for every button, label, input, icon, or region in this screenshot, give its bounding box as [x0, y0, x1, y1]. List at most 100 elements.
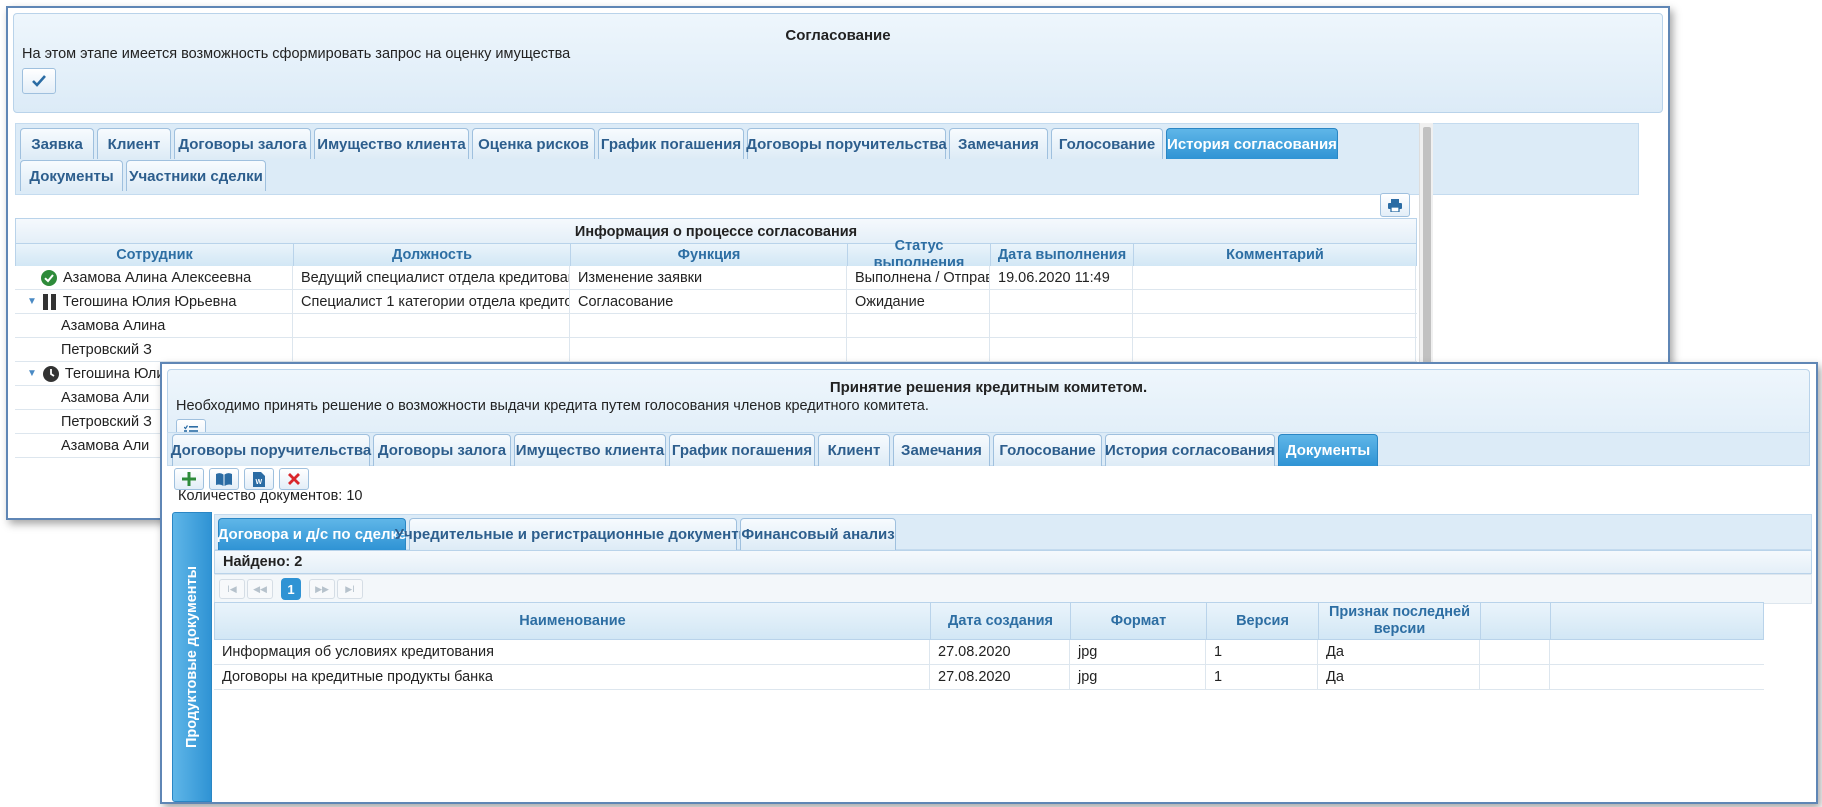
pause-icon — [42, 293, 57, 310]
tab-документы[interactable]: Документы — [20, 160, 123, 191]
stage-description: На этом этапе имеется возможность сформи… — [22, 46, 571, 62]
column-header-4[interactable]: Дата выполнения — [991, 244, 1134, 266]
cell-spacer — [1480, 665, 1550, 689]
table-row[interactable]: Договоры на кредитные продукты банка 27.0… — [214, 665, 1764, 690]
tab-клиент[interactable]: Клиент — [97, 128, 171, 159]
pager-bar: I◀ ◀◀ 1 ▶▶ ▶I — [214, 574, 1812, 604]
tab-договоры-поручительства[interactable]: Договоры поручительства — [171, 434, 371, 466]
cell-status: Выполнена / Отправле — [847, 266, 990, 289]
grid-title: Информация о процессе согласования — [15, 218, 1417, 244]
word-document-icon: W — [253, 471, 265, 487]
export-word-button[interactable]: W — [244, 468, 274, 490]
employee-name: Тегошина Юлия Юрьевна — [62, 293, 237, 310]
expand-toggle-icon[interactable]: ▼ — [27, 368, 37, 379]
clock-icon — [42, 365, 59, 382]
column-header-0[interactable]: Сотрудник — [16, 244, 294, 266]
stage-title: Согласование — [785, 27, 891, 44]
first-page-button[interactable]: I◀ — [219, 579, 245, 599]
cell-employee: Азамова Алина Алексеевна — [15, 266, 293, 289]
cell-version: 1 — [1206, 665, 1318, 689]
current-page-button[interactable]: 1 — [281, 578, 301, 600]
column-header-4[interactable]: Признак последней версии — [1319, 603, 1481, 639]
column-header-1[interactable]: Должность — [294, 244, 571, 266]
column-header-3[interactable]: Статус выполнения — [848, 238, 991, 271]
cell-date — [990, 338, 1133, 361]
cell-function — [570, 338, 847, 361]
tab-голосование[interactable]: Голосование — [1051, 128, 1163, 159]
tab-договоры-залога[interactable]: Договоры залога — [373, 434, 511, 466]
employee-name: Тегошина Юли — [64, 365, 165, 382]
confirm-button[interactable] — [22, 68, 56, 94]
scrollbar-thumb[interactable] — [1423, 127, 1431, 397]
cell-position — [293, 338, 570, 361]
tab-замечания[interactable]: Замечания — [893, 434, 990, 466]
cell-latest: Да — [1318, 665, 1480, 689]
tab-график-погашения[interactable]: График погашения — [669, 434, 815, 466]
print-button[interactable] — [1380, 193, 1410, 217]
cell-function: Изменение заявки — [570, 266, 847, 289]
expand-toggle-icon[interactable]: ▼ — [27, 296, 37, 307]
column-header-1[interactable]: Дата создания — [931, 603, 1071, 639]
cell-date — [990, 290, 1133, 313]
cell-name: Договоры на кредитные продукты банка — [214, 665, 930, 689]
checkmark-icon — [32, 75, 46, 87]
open-document-button[interactable] — [209, 468, 239, 490]
documents-count: Количество документов: 10 — [178, 488, 363, 504]
cell-status: Ожидание — [847, 290, 990, 313]
cell-date: 27.08.2020 — [930, 665, 1070, 689]
found-count: Найдено: 2 — [214, 550, 1812, 574]
tab-клиент[interactable]: Клиент — [818, 434, 890, 466]
tab-договоры-залога[interactable]: Договоры залога — [174, 128, 311, 159]
credit-committee-window: Принятие решения кредитным комитетом. Не… — [160, 362, 1818, 804]
cell-position: Специалист 1 категории отдела кредитован… — [293, 290, 570, 313]
add-document-button[interactable] — [174, 468, 204, 490]
book-icon — [216, 472, 232, 486]
cell-comment — [1133, 338, 1416, 361]
tab-заявка[interactable]: Заявка — [20, 128, 94, 159]
tab-документы[interactable]: Документы — [1278, 434, 1378, 466]
prev-page-button[interactable]: ◀◀ — [247, 579, 273, 599]
printer-icon — [1388, 198, 1402, 212]
cell-date: 27.08.2020 — [930, 640, 1070, 664]
side-tab-product-documents[interactable]: Продуктовые документы — [172, 512, 212, 802]
subtab-договора-и-д-с-по-сделке[interactable]: Договора и д/с по сделке — [218, 518, 406, 550]
subtab-учредительные-и-регистрационные-документы[interactable]: Учредительные и регистрационные документ… — [395, 518, 751, 550]
tab-участники-сделки[interactable]: Участники сделки — [126, 160, 266, 191]
tab-имущество-клиента[interactable]: Имущество клиента — [314, 128, 469, 159]
last-page-button[interactable]: ▶I — [337, 579, 363, 599]
table-row[interactable]: Информация об условиях кредитования 27.08… — [214, 640, 1764, 665]
tab-голосование[interactable]: Голосование — [993, 434, 1102, 466]
employee-name: Петровский З — [61, 341, 152, 358]
next-page-button[interactable]: ▶▶ — [309, 579, 335, 599]
cell-date: 19.06.2020 11:49 — [990, 266, 1133, 289]
column-header-2[interactable]: Формат — [1071, 603, 1207, 639]
tab-история-согласования[interactable]: История согласования — [1105, 434, 1275, 466]
delete-document-button[interactable] — [279, 468, 309, 490]
table-row[interactable]: Азамова Алина Алексеевна Ведущий специали… — [15, 266, 1417, 290]
cell-name: Информация об условиях кредитования — [214, 640, 930, 664]
table-row[interactable]: ▼ Тегошина Юлия Юрьевна Специалист 1 катег… — [15, 290, 1417, 314]
stage-header-panel: Согласование На этом этапе имеется возмо… — [13, 13, 1663, 113]
documents-grid-header: Наименование Дата создания Формат Версия При… — [214, 602, 1764, 640]
employee-name: Азамова Али — [61, 437, 150, 454]
side-tab-label: Продуктовые документы — [184, 565, 200, 749]
cell-status — [847, 314, 990, 337]
cell-date — [990, 314, 1133, 337]
tab-договоры-поручительства[interactable]: Договоры поручительства — [746, 128, 947, 159]
table-row[interactable]: Петровский З — [15, 338, 1417, 362]
tab-история-согласования[interactable]: История согласования — [1166, 128, 1338, 159]
table-row[interactable]: Азамова Алина — [15, 314, 1417, 338]
subtab-финансовый-анализ[interactable]: Финансовый анализ — [740, 518, 896, 550]
cell-format: jpg — [1070, 665, 1206, 689]
column-header-3[interactable]: Версия — [1207, 603, 1319, 639]
column-header-5[interactable]: Комментарий — [1134, 244, 1417, 266]
tab-замечания[interactable]: Замечания — [949, 128, 1048, 159]
column-header-0[interactable]: Наименование — [215, 603, 931, 639]
tab-имущество-клиента[interactable]: Имущество клиента — [514, 434, 666, 466]
tab-график-погашения[interactable]: График погашения — [598, 128, 744, 159]
stage-title: Принятие решения кредитным комитетом. — [829, 379, 1148, 396]
tab-оценка-рисков[interactable]: Оценка рисков — [472, 128, 595, 159]
cell-comment — [1133, 266, 1416, 289]
cell-status — [847, 338, 990, 361]
column-header-2[interactable]: Функция — [571, 244, 848, 266]
